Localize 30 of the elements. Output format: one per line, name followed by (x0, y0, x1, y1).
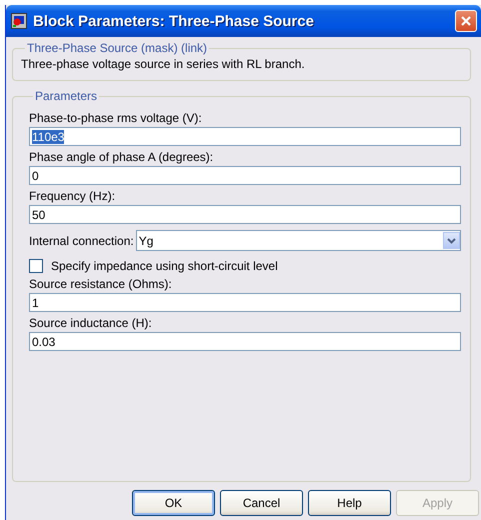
field-value: 110e3 (32, 130, 64, 144)
field-label: Internal connection: (29, 234, 134, 248)
window-title: Block Parameters: Three-Phase Source (33, 12, 315, 30)
group-title: Parameters (34, 89, 98, 103)
field-label: Phase angle of phase A (degrees): (29, 150, 214, 164)
field-value: 50 (32, 208, 46, 222)
input-field[interactable]: 0 (29, 166, 461, 185)
field-label: Source inductance (H): (29, 316, 153, 330)
checkbox[interactable] (29, 259, 43, 273)
input-field[interactable]: 110e3 (29, 127, 461, 146)
close-button[interactable] (455, 10, 477, 32)
dialog-button[interactable]: Help (308, 490, 391, 516)
dialog-button[interactable]: OK (132, 490, 215, 516)
checkbox-label: Specify impedance using short-circuit level (51, 259, 278, 273)
close-icon (460, 15, 472, 27)
field-value: 0.03 (32, 334, 56, 348)
input-field[interactable]: 0.03 (29, 332, 461, 351)
field-label: Source resistance (Ohms): (29, 277, 173, 291)
dropdown[interactable]: Yg (136, 230, 461, 251)
field-value: 1 (32, 296, 39, 310)
dialog-button[interactable]: Cancel (220, 490, 303, 516)
field-value: 0 (32, 168, 39, 182)
field-label: Phase-to-phase rms voltage (V): (29, 111, 203, 125)
field-label: Frequency (Hz): (29, 189, 116, 203)
group-title: Three-Phase Source (mask) (link) (26, 41, 208, 55)
block-icon (11, 13, 27, 29)
input-field[interactable]: 50 (29, 205, 461, 224)
input-field[interactable]: 1 (29, 293, 461, 312)
chevron-down-icon (443, 232, 460, 249)
description-text: Three-phase voltage source in series with RL branch. (21, 57, 306, 71)
